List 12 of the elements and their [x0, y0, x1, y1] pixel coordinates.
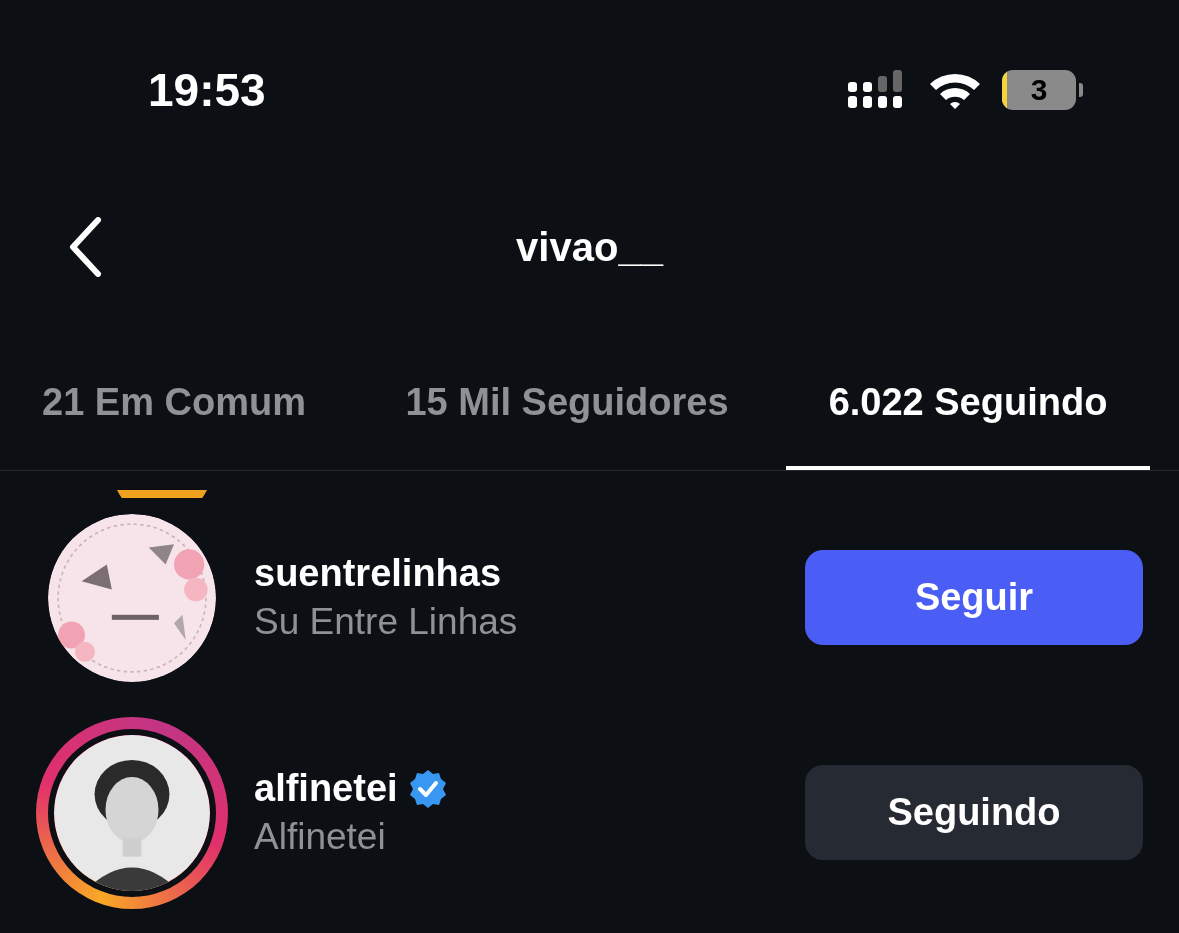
account-name: Su Entre Linhas — [254, 601, 519, 643]
status-time: 19:53 — [148, 63, 266, 117]
account-username[interactable]: alfinetei — [254, 767, 398, 810]
tab[interactable]: 21 Em Comum — [0, 314, 348, 470]
tab[interactable]: 15 Mil Seguidores — [348, 314, 786, 470]
follow-button[interactable]: Seguir — [805, 550, 1143, 645]
account-name: Alfinetei — [254, 816, 387, 858]
back-icon[interactable] — [68, 217, 102, 277]
account-username[interactable]: suentrelinhas — [254, 552, 502, 595]
following-button[interactable]: Seguindo — [805, 765, 1143, 860]
tab[interactable]: 6.022 Seguindo — [786, 314, 1150, 470]
profile-username: vivao__ — [516, 224, 663, 270]
